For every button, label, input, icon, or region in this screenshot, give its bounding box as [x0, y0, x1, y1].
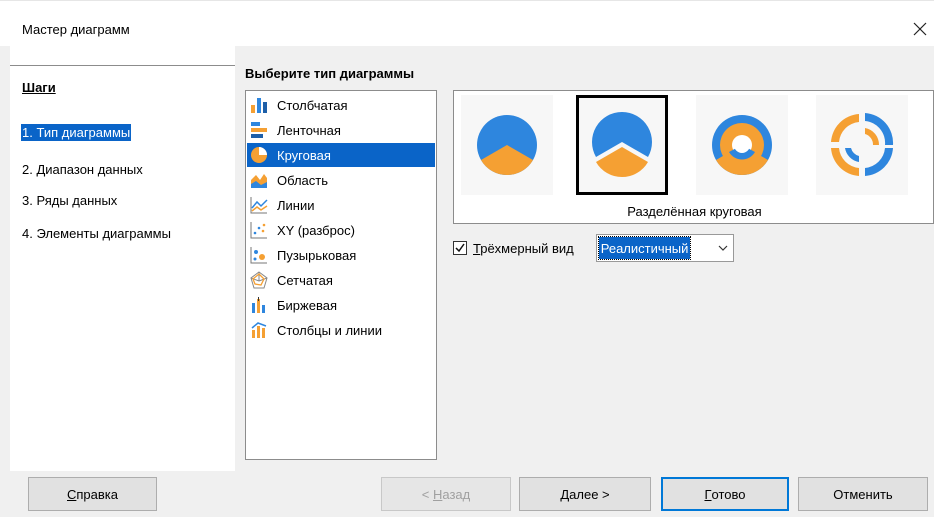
three-d-scheme-value: Реалистичный: [597, 236, 692, 260]
list-item-net[interactable]: Сетчатая: [247, 268, 435, 292]
list-item-label: Круговая: [277, 147, 331, 163]
bar-chart-icon: [251, 98, 267, 113]
list-item-line[interactable]: Линии: [247, 193, 435, 217]
finish-button[interactable]: Готово: [661, 477, 789, 511]
horizontal-bar-chart-icon: [251, 122, 267, 138]
variant-caption: Разделённая круговая: [627, 204, 762, 219]
list-item-label: Сетчатая: [277, 272, 333, 288]
window-title: Мастер диаграмм: [22, 22, 130, 37]
line-chart-icon: [250, 197, 268, 214]
close-button[interactable]: [906, 15, 934, 43]
list-item-label: Пузырьковая: [277, 247, 357, 263]
dialog-body: Шаги 1. Тип диаграммы 2. Диапазон данных…: [0, 46, 934, 471]
variant-exploded-donut[interactable]: [816, 95, 908, 195]
list-item-bubble[interactable]: Пузырьковая: [247, 243, 435, 267]
close-icon: [913, 22, 927, 36]
step-data-series[interactable]: 3. Ряды данных: [21, 192, 118, 209]
three-d-row: Трёхмерный вид Реалистичный: [453, 234, 734, 262]
three-d-label[interactable]: Трёхмерный вид: [473, 241, 574, 256]
chart-type-list[interactable]: Столбчатая Ленточная Круговая Область Ли…: [245, 90, 437, 460]
checkmark-icon: [455, 243, 465, 253]
list-item-label: Линии: [277, 197, 315, 213]
net-chart-icon: [250, 271, 268, 289]
exploded-pie-variant-icon: [592, 112, 652, 178]
step-chart-type[interactable]: 1. Тип диаграммы: [21, 124, 132, 141]
list-item-scatter[interactable]: XY (разброс): [247, 218, 435, 242]
area-chart-icon: [251, 174, 267, 188]
list-item-pie[interactable]: Круговая: [247, 143, 435, 167]
list-item-label: Ленточная: [277, 122, 341, 138]
scatter-chart-icon: [250, 222, 267, 239]
list-item-horizontal-bar[interactable]: Ленточная: [247, 118, 435, 142]
list-item-label: XY (разброс): [277, 222, 355, 238]
list-item-label: Столбцы и линии: [277, 322, 382, 338]
three-d-checkbox[interactable]: [453, 241, 467, 255]
chevron-down-icon: [713, 235, 733, 261]
list-item-bar[interactable]: Столбчатая: [247, 93, 435, 117]
exploded-donut-variant-icon: [831, 113, 894, 176]
variant-pie[interactable]: [461, 95, 553, 195]
help-button[interactable]: Справка: [28, 477, 157, 511]
variant-donut[interactable]: [696, 95, 788, 195]
donut-variant-icon: [712, 115, 772, 176]
list-item-label: Область: [277, 172, 329, 188]
step-data-range[interactable]: 2. Диапазон данных: [21, 161, 144, 178]
title-bar: Мастер диаграмм: [0, 0, 934, 46]
variant-exploded-pie[interactable]: [576, 95, 668, 195]
steps-panel: Шаги 1. Тип диаграммы 2. Диапазон данных…: [10, 46, 235, 471]
list-item-label: Биржевая: [277, 297, 337, 313]
list-item-label: Столбчатая: [277, 97, 348, 113]
section-heading: Выберите тип диаграммы: [245, 66, 415, 81]
bubble-chart-icon: [250, 247, 267, 264]
next-button[interactable]: Далее >: [519, 477, 651, 511]
button-bar: Справка < Назад Далее > Готово Отменить: [0, 471, 934, 517]
step-chart-elements[interactable]: 4. Элементы диаграммы: [21, 225, 172, 242]
list-item-stock[interactable]: Биржевая: [247, 293, 435, 317]
back-button[interactable]: < Назад: [381, 477, 511, 511]
three-d-scheme-select[interactable]: Реалистичный: [595, 234, 734, 262]
column-line-chart-icon: [251, 322, 267, 338]
stock-chart-icon: [252, 297, 265, 313]
chart-type-page: Выберите тип диаграммы Столбчатая Ленточ…: [235, 46, 934, 471]
list-item-column-line[interactable]: Столбцы и линии: [247, 318, 435, 342]
pie-chart-icon: [251, 147, 267, 163]
pie-variant-icon: [477, 115, 537, 176]
cancel-button[interactable]: Отменить: [798, 477, 928, 511]
chart-variants-panel: Разделённая круговая: [453, 90, 934, 224]
steps-title: Шаги: [22, 80, 56, 95]
steps-divider: [10, 65, 235, 66]
list-item-area[interactable]: Область: [247, 168, 435, 192]
